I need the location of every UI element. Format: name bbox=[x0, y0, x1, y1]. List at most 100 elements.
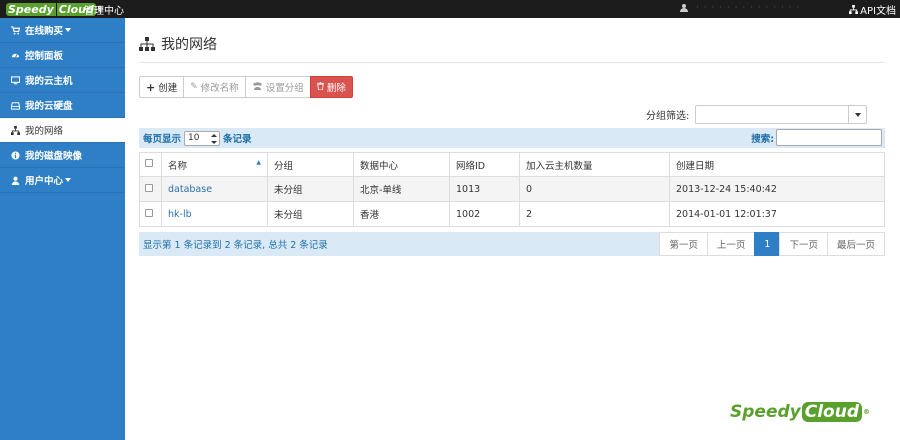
group-cell: 未分组 bbox=[267, 176, 354, 202]
column-header-label: 数据中心 bbox=[360, 160, 399, 172]
column-header-datacenter[interactable]: 数据中心 bbox=[353, 152, 450, 177]
table-row[interactable]: database 未分组 北京-单线 1013 0 2013-12-24 15:… bbox=[139, 176, 885, 202]
sidebar-item-label: 我的磁盘映像 bbox=[25, 151, 83, 162]
group-filter-select[interactable] bbox=[695, 105, 868, 124]
table-footer: 显示第 1 条记录到 2 条记录, 总共 2 条记录 第一页 上一页 1 下一页… bbox=[139, 232, 885, 256]
page-title: 我的网络 bbox=[161, 37, 217, 53]
table-row[interactable]: hk-lb 未分组 香港 1002 2 2014-01-01 12:01:37 bbox=[139, 201, 885, 227]
dashboard-icon bbox=[10, 50, 20, 60]
user-icon bbox=[10, 175, 20, 185]
search-label: 搜索: bbox=[751, 133, 774, 145]
create-button-label: 创建 bbox=[158, 83, 178, 94]
row-select-cell bbox=[139, 176, 162, 202]
table-search: 搜索: bbox=[751, 129, 882, 146]
plus-icon: + bbox=[146, 80, 156, 94]
network-id-cell: 1002 bbox=[449, 201, 520, 227]
name-cell: database bbox=[161, 176, 268, 202]
column-header-vm-count[interactable]: 加入云主机数量 bbox=[519, 152, 670, 177]
sidebar-item-label: 我的云硬盘 bbox=[25, 101, 73, 112]
rename-button-label: 修改名称 bbox=[200, 83, 239, 94]
created-cell: 2013-12-24 15:40:42 bbox=[669, 176, 885, 202]
select-all-cell bbox=[139, 152, 162, 177]
spinner-icon bbox=[211, 133, 218, 144]
row-select-cell bbox=[139, 201, 162, 227]
select-all-checkbox[interactable] bbox=[145, 159, 153, 167]
sidebar-item-label: 在线购买 bbox=[25, 26, 64, 37]
footer-logo: Speedy Cloud ® bbox=[730, 402, 870, 422]
edit-icon: ✎ bbox=[190, 82, 198, 92]
user-menu[interactable]: · · · · · · · · · · · · · · bbox=[680, 3, 800, 13]
monitor-icon bbox=[10, 75, 20, 85]
prev-page-button[interactable]: 上一页 bbox=[706, 232, 756, 256]
sitemap-icon bbox=[139, 37, 155, 51]
api-doc-label: API文档 bbox=[860, 6, 896, 17]
table-info: 显示第 1 条记录到 2 条记录, 总共 2 条记录 bbox=[143, 240, 328, 251]
group-icon bbox=[252, 81, 263, 93]
vm-count-cell: 0 bbox=[519, 176, 670, 202]
column-header-group[interactable]: 分组 bbox=[267, 152, 354, 177]
datacenter-cell: 香港 bbox=[353, 201, 450, 227]
user-icon bbox=[680, 3, 688, 13]
page-length-select[interactable]: 10 bbox=[184, 130, 221, 146]
sidebar-item-user-center[interactable]: 用户中心 bbox=[0, 168, 125, 193]
next-page-button[interactable]: 下一页 bbox=[779, 232, 828, 256]
column-header-label: 加入云主机数量 bbox=[526, 160, 593, 172]
sidebar-item-label: 我的网络 bbox=[25, 126, 64, 137]
sidebar-item-label: 我的云主机 bbox=[25, 76, 73, 87]
group-filter: 分组筛选: bbox=[646, 105, 868, 124]
action-toolbar: + 创建 ✎ 修改名称 设置分组 删除 bbox=[139, 76, 353, 98]
table-header-row: 名称 ▲ 分组 数据中心 网络ID 加入云主机数量 创建日期 bbox=[139, 152, 885, 177]
page-length-prefix: 每页显示 bbox=[143, 134, 182, 145]
network-table: 名称 ▲ 分组 数据中心 网络ID 加入云主机数量 创建日期 database 未… bbox=[139, 152, 885, 227]
row-checkbox[interactable] bbox=[145, 183, 153, 192]
column-header-created[interactable]: 创建日期 bbox=[669, 152, 885, 177]
chevron-down-icon[interactable] bbox=[848, 106, 866, 123]
rename-button[interactable]: ✎ 修改名称 bbox=[183, 76, 246, 98]
delete-button[interactable]: 删除 bbox=[309, 76, 353, 98]
sidebar-item-my-network[interactable]: 我的网络 bbox=[0, 118, 125, 143]
row-checkbox[interactable] bbox=[145, 208, 153, 217]
trash-icon bbox=[316, 81, 324, 93]
set-group-button[interactable]: 设置分组 bbox=[244, 76, 311, 98]
column-header-name[interactable]: 名称 ▲ bbox=[161, 152, 268, 177]
caret-down-icon bbox=[65, 28, 72, 32]
column-header-label: 分组 bbox=[274, 160, 294, 172]
sidebar-item-cloud-servers[interactable]: 我的云主机 bbox=[0, 68, 125, 93]
sidebar-item-disk-images[interactable]: 我的磁盘映像 bbox=[0, 143, 125, 168]
caret-down-icon bbox=[65, 178, 72, 182]
top-navbar: Speedy Cloud ® 管理中心 · · · · · · · · · · · … bbox=[0, 0, 900, 18]
cart-icon bbox=[10, 25, 20, 35]
network-name-link[interactable]: database bbox=[168, 184, 212, 195]
footer-logo-reg-mark: ® bbox=[863, 408, 870, 416]
divider bbox=[139, 62, 885, 63]
create-button[interactable]: + 创建 bbox=[139, 76, 185, 98]
group-cell: 未分组 bbox=[267, 201, 354, 227]
sidebar-item-dashboard[interactable]: 控制面板 bbox=[0, 43, 125, 68]
username: · · · · · · · · · · · · · · bbox=[696, 3, 801, 13]
page-number-button[interactable]: 1 bbox=[754, 232, 781, 256]
column-header-label: 创建日期 bbox=[676, 160, 715, 172]
app-title[interactable]: 管理中心 bbox=[84, 2, 124, 17]
search-input[interactable] bbox=[776, 129, 882, 146]
table-controls: 每页显示 10 条记录 搜索: bbox=[139, 128, 885, 148]
sidebar: 在线购买 控制面板 我的云主机 我的云硬盘 我的网络 我的磁盘映像 用户中心 bbox=[0, 18, 125, 440]
sidebar-item-cloud-disks[interactable]: 我的云硬盘 bbox=[0, 93, 125, 118]
hdd-icon bbox=[10, 100, 20, 110]
logo-text-1: Speedy bbox=[6, 2, 56, 16]
delete-button-label: 删除 bbox=[326, 83, 346, 94]
api-doc-link[interactable]: API文档 bbox=[849, 2, 896, 17]
footer-logo-text-1: Speedy bbox=[730, 402, 801, 422]
sort-asc-icon: ▲ bbox=[256, 158, 261, 166]
first-page-button[interactable]: 第一页 bbox=[659, 232, 708, 256]
network-id-cell: 1013 bbox=[449, 176, 520, 202]
network-name-link[interactable]: hk-lb bbox=[168, 209, 192, 220]
sidebar-item-online-purchase[interactable]: 在线购买 bbox=[0, 18, 125, 43]
page-header: 我的网络 bbox=[139, 34, 217, 54]
page-length-value: 10 bbox=[188, 133, 200, 143]
pagination: 第一页 上一页 1 下一页 最后一页 bbox=[659, 232, 885, 256]
created-cell: 2014-01-01 12:01:37 bbox=[669, 201, 885, 227]
sidebar-item-label: 用户中心 bbox=[25, 176, 64, 187]
column-header-network-id[interactable]: 网络ID bbox=[449, 152, 520, 177]
last-page-button[interactable]: 最后一页 bbox=[826, 232, 885, 256]
datacenter-cell: 北京-单线 bbox=[353, 176, 450, 202]
